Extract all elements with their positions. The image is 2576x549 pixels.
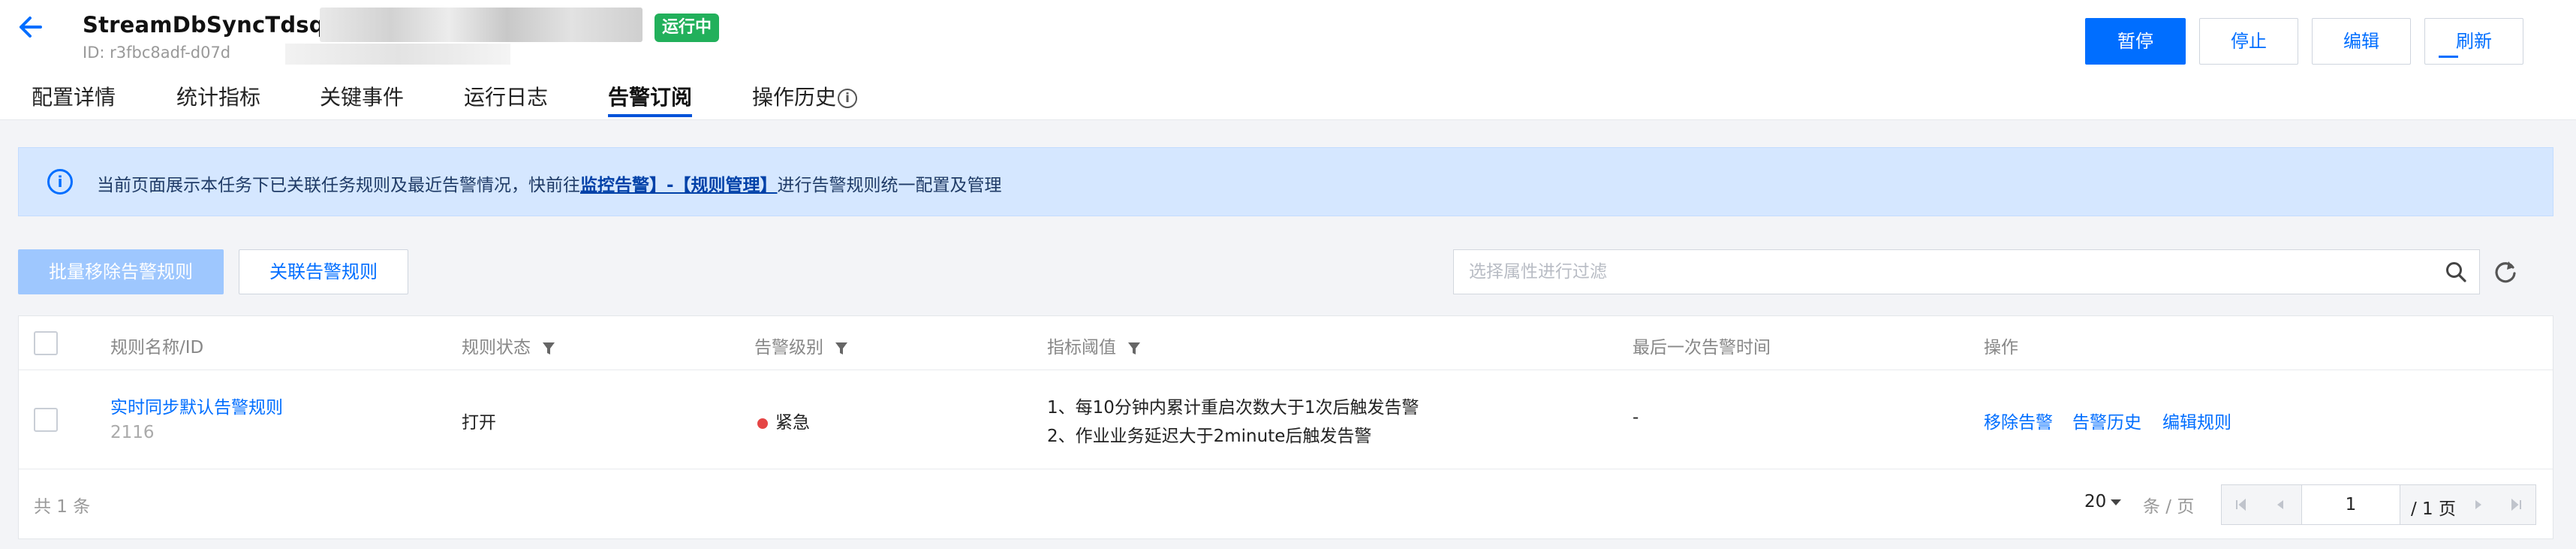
filter-icon[interactable] [542,341,555,356]
info-icon[interactable]: i [838,89,858,108]
refresh-button[interactable]: 刷新 [2424,18,2523,65]
pause-button[interactable]: 暂停 [2085,18,2186,65]
table-row: 实时同步默认告警规则 2116 打开 紧急 1、每10分钟内累计重启次数大于1次… [19,370,2553,469]
status-badge: 运行中 [655,14,720,42]
task-id: ID: r3fbc8adf-d07d [83,44,231,62]
alarm-rules-table: 规则名称/ID 规则状态 告警级别 指标阈值 最后一次告警时间 操作 实时同步默… [18,315,2553,539]
table-footer: 共 1 条 20 条 / 页 / 1 页 [19,469,2553,540]
rule-status: 打开 [462,413,496,433]
alarm-level-label: 紧急 [775,413,810,433]
filter-search-box [1453,249,2480,294]
column-rule-status-label: 规则状态 [462,338,531,357]
notice-text: 当前页面展示本任务下已关联任务规则及最近告警情况，快前往监控告警】-【规则管理】… [97,170,1002,196]
urgent-dot-icon [757,418,768,429]
edit-button[interactable]: 编辑 [2312,18,2411,65]
rule-id: 2116 [110,423,155,442]
prev-page-icon [2277,500,2283,509]
threshold-line-2: 2、作业业务延迟大于2minute后触发告警 [1047,427,1372,446]
refresh-button-label: 刷新 [2456,31,2492,52]
column-alarm-level-label: 告警级别 [754,338,823,357]
alarm-level: 紧急 [757,408,810,433]
alarm-history-link[interactable]: 告警历史 [2072,408,2141,433]
page-header: StreamDbSyncTdsql 运行中 ID: r3fbc8adf-d07d… [0,0,2576,120]
filter-icon[interactable] [835,341,848,356]
reload-icon[interactable] [2492,258,2519,285]
page-size-select[interactable]: 20 [2084,492,2122,511]
column-last-alarm-time: 最后一次告警时间 [1633,338,1771,357]
last-page-button[interactable] [2496,485,2535,524]
remove-alarm-link[interactable]: 移除告警 [1984,408,2053,433]
redacted-id-suffix [285,44,510,65]
table-header: 规则名称/ID 规则状态 告警级别 指标阈值 最后一次告警时间 操作 [19,316,2553,370]
filter-input[interactable] [1454,250,2430,294]
info-notice: i 当前页面展示本任务下已关联任务规则及最近告警情况，快前往监控告警】-【规则管… [18,147,2553,216]
column-threshold-label: 指标阈值 [1047,338,1116,357]
first-page-button[interactable] [2222,485,2261,524]
column-alarm-level: 告警级别 [754,333,848,358]
stop-button[interactable]: 停止 [2199,18,2298,65]
rule-name-link[interactable]: 实时同步默认告警规则 [110,393,283,418]
page-number-input[interactable] [2301,485,2400,524]
tab-key-events[interactable]: 关键事件 [320,81,404,120]
tab-statistics[interactable]: 统计指标 [176,81,260,120]
per-page-unit: 条 / 页 [2143,497,2195,517]
pager: / 1 页 [2221,484,2536,525]
info-circle-icon: i [47,169,73,195]
refresh-indicator [2439,56,2458,58]
column-operations: 操作 [1984,338,2018,357]
filter-icon[interactable] [1127,341,1141,356]
page-title: StreamDbSyncTdsql [83,12,333,38]
search-icon[interactable] [2445,261,2467,283]
batch-remove-button[interactable]: 批量移除告警规则 [18,249,224,294]
associate-rule-button[interactable]: 关联告警规则 [239,249,408,294]
total-count: 共 1 条 [34,497,91,517]
last-page-icon [2511,498,2521,511]
select-all-checkbox[interactable] [34,331,58,355]
threshold-line-1: 1、每10分钟内累计重启次数大于1次后触发告警 [1047,398,1419,418]
chevron-down-icon [2111,499,2122,505]
notice-prefix: 当前页面展示本任务下已关联任务规则及最近告警情况，快前往 [97,176,580,195]
column-rule-name: 规则名称/ID [110,338,204,357]
monitor-rules-link[interactable]: 监控告警】-【规则管理】 [580,176,778,195]
total-pages: / 1 页 [2411,499,2457,519]
tab-operation-history[interactable]: 操作历史 i [752,81,858,120]
first-page-icon [2236,498,2246,511]
edit-rule-link[interactable]: 编辑规则 [2162,408,2231,433]
back-arrow-icon[interactable] [15,14,45,41]
page-size-value: 20 [2084,492,2107,511]
next-page-icon [2475,500,2481,509]
row-checkbox[interactable] [34,408,58,432]
notice-suffix: 进行告警规则统一配置及管理 [777,176,1002,195]
last-alarm-time: - [1633,408,1639,427]
tab-alarm-subscription[interactable]: 告警订阅 [608,81,693,120]
column-rule-status: 规则状态 [462,333,555,358]
redacted-title-suffix [320,8,642,42]
prev-page-button[interactable] [2261,485,2300,524]
tab-operation-history-label: 操作历史 [752,85,837,110]
next-page-button[interactable] [2459,485,2498,524]
column-threshold: 指标阈值 [1047,333,1141,358]
tab-run-logs[interactable]: 运行日志 [464,81,548,120]
tab-config-detail[interactable]: 配置详情 [32,81,116,120]
